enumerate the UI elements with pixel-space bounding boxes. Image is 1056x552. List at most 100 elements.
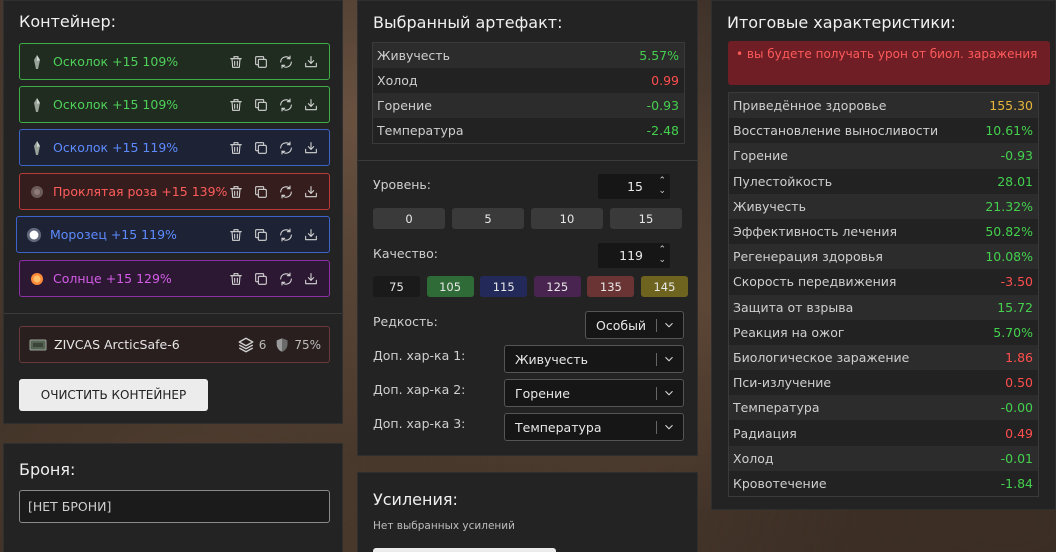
quality-preset-button[interactable]: 105 <box>426 276 474 297</box>
stat-row: Живучесть 5.57% <box>373 43 684 68</box>
refresh-icon[interactable] <box>277 96 295 114</box>
stat-value: -0.93 <box>646 98 679 113</box>
selected-artifact-panel: Выбранный артефакт: Живучесть 5.57% Холод 0… <box>357 0 699 456</box>
slots-value: 6 <box>258 337 267 352</box>
sun-icon <box>29 271 45 287</box>
armor-select[interactable]: [НЕТ БРОНИ] <box>19 490 330 523</box>
trash-icon[interactable] <box>227 96 245 114</box>
stat-value: 10.61% <box>985 123 1033 139</box>
stat-row: Живучесть 21.32% <box>729 193 1038 219</box>
download-icon[interactable] <box>302 183 320 201</box>
refresh-icon[interactable] <box>277 53 295 71</box>
final-stats-table: Приведённое здоровье 155.30 Восстановление… <box>728 92 1039 497</box>
final-stats-panel: Итоговые характеристики: • вы будете пол… <box>711 0 1056 510</box>
level-value: 15 <box>627 179 643 194</box>
stat-label: Эффективность лечения <box>733 224 898 240</box>
shield-icon <box>276 337 288 352</box>
artifact-item[interactable]: Проклятая роза +15 139% <box>19 173 330 210</box>
level-input[interactable]: 15 ⌃ ⌄ <box>598 174 670 199</box>
copy-icon[interactable] <box>252 53 270 71</box>
extra2-select[interactable]: Горение <box>504 379 684 407</box>
stat-label: Приведённое здоровье <box>733 98 887 114</box>
trash-icon[interactable] <box>227 270 245 288</box>
artifact-item[interactable]: Осколок +15 119% <box>19 129 330 166</box>
stat-row: Эффективность лечения 50.82% <box>729 218 1038 245</box>
container-protection: 75% <box>274 337 321 353</box>
refresh-icon[interactable] <box>277 183 295 201</box>
extra1-select[interactable]: Живучесть <box>504 345 684 373</box>
boosts-empty-text: Нет выбранных усилений <box>373 520 515 532</box>
selected-stats-table: Живучесть 5.57% Холод 0.99 Горение -0.93 Темпе… <box>372 42 685 144</box>
quality-preset-button[interactable]: 145 <box>640 276 688 297</box>
quality-input[interactable]: 119 ⌃ ⌄ <box>598 243 670 268</box>
stat-value: 10.08% <box>985 249 1033 265</box>
download-icon[interactable] <box>302 226 320 244</box>
download-icon[interactable] <box>302 270 320 288</box>
artifact-item[interactable]: Морозец +15 119% <box>16 216 330 253</box>
add-boost-button[interactable] <box>373 548 556 552</box>
quality-preset-button[interactable]: 75 <box>373 276 420 297</box>
divider <box>656 353 657 366</box>
stat-row: Пулестойкость 28.01 <box>729 168 1038 194</box>
trash-icon[interactable] <box>227 53 245 71</box>
stat-value: 15.72 <box>997 299 1033 315</box>
copy-icon[interactable] <box>252 183 270 201</box>
level-preset-button[interactable]: 0 <box>373 208 445 229</box>
extra3-select[interactable]: Температура <box>504 413 684 441</box>
artifact-actions <box>227 53 320 71</box>
stat-value: 50.82% <box>985 224 1033 240</box>
artifact-actions <box>227 139 320 157</box>
protection-value: 75% <box>294 337 321 352</box>
level-preset-button[interactable]: 10 <box>531 208 603 229</box>
stat-row: Защита от взрыва 15.72 <box>729 294 1038 320</box>
trash-icon[interactable] <box>227 183 245 201</box>
chevron-down-icon <box>662 420 676 434</box>
chevron-down-icon <box>662 352 676 366</box>
artifact-actions <box>227 96 320 114</box>
artifact-name: Морозец +15 119% <box>50 227 177 242</box>
download-icon[interactable] <box>302 139 320 157</box>
extra1-label: Доп. хар-ка 1: <box>373 348 466 363</box>
quality-preset-button[interactable]: 125 <box>533 276 581 297</box>
stat-row: Горение -0.93 <box>373 93 684 118</box>
artifact-item[interactable]: Осколок +15 109% <box>19 43 330 80</box>
stat-label: Горение <box>733 148 788 164</box>
refresh-icon[interactable] <box>277 226 295 244</box>
container-slot[interactable]: ZIVCAS ArcticSafe-6 6 75% <box>19 326 330 363</box>
artifact-item[interactable]: Солнце +15 129% <box>19 260 330 297</box>
download-icon[interactable] <box>302 96 320 114</box>
quality-value: 119 <box>619 248 643 263</box>
quality-preset-button[interactable]: 135 <box>587 276 635 297</box>
artifact-item[interactable]: Осколок +15 109% <box>19 86 330 123</box>
quality-preset-button[interactable]: 115 <box>480 276 528 297</box>
copy-icon[interactable] <box>252 139 270 157</box>
boosts-panel: Усиления: Нет выбранных усилений <box>357 472 698 552</box>
artifact-actions <box>227 270 320 288</box>
refresh-icon[interactable] <box>277 270 295 288</box>
extra3-label: Доп. хар-ка 3: <box>373 416 466 431</box>
chevron-down-icon <box>662 386 676 400</box>
refresh-icon[interactable] <box>277 139 295 157</box>
trash-icon[interactable] <box>227 226 245 244</box>
download-icon[interactable] <box>302 53 320 71</box>
divider <box>656 421 657 434</box>
divider <box>4 313 344 314</box>
trash-icon[interactable] <box>227 139 245 157</box>
quality-stepper-icon[interactable]: ⌃ ⌄ <box>658 245 666 265</box>
copy-icon[interactable] <box>252 96 270 114</box>
stat-value: 1.86 <box>1005 349 1033 365</box>
level-preset-button[interactable]: 5 <box>452 208 524 229</box>
level-preset-button[interactable]: 15 <box>610 208 682 229</box>
artifact-name: Солнце +15 129% <box>53 271 172 286</box>
stat-label: Регенерация здоровья <box>733 249 883 265</box>
clear-container-button[interactable]: ОЧИСТИТЬ КОНТЕЙНЕР <box>19 379 208 411</box>
copy-icon[interactable] <box>252 226 270 244</box>
container-case-icon <box>29 338 47 352</box>
chevron-down-icon <box>662 318 676 332</box>
stat-row: Приведённое здоровье 155.30 <box>729 93 1038 119</box>
level-stepper-icon[interactable]: ⌃ ⌄ <box>658 176 666 196</box>
rarity-select[interactable]: Особый <box>585 311 684 339</box>
stat-label: Пулестойкость <box>733 173 833 189</box>
stat-row: Пси-излучение 0.50 <box>729 370 1038 396</box>
copy-icon[interactable] <box>252 270 270 288</box>
